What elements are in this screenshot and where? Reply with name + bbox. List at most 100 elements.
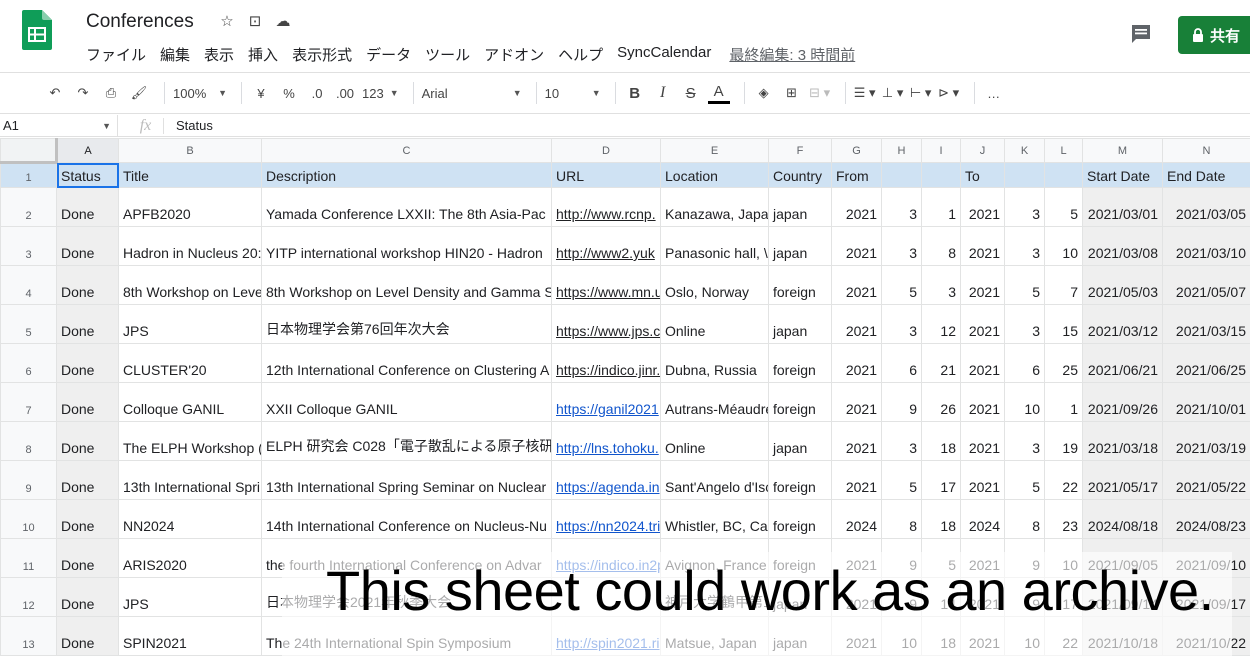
cell-l8[interactable]: 19 xyxy=(1044,421,1083,461)
cell-f4[interactable]: foreign xyxy=(768,265,832,305)
row-header-7[interactable]: 7 xyxy=(0,382,57,422)
cell-l9[interactable]: 22 xyxy=(1044,460,1083,500)
cell-b11[interactable]: ARIS2020 xyxy=(118,538,262,578)
cell-d5[interactable]: https://www.jps.c xyxy=(551,304,661,344)
cell-h8[interactable]: 3 xyxy=(881,421,922,461)
cell-k4[interactable]: 5 xyxy=(1004,265,1045,305)
share-button[interactable]: 共有 xyxy=(1178,16,1250,54)
cell-n1[interactable]: End Date xyxy=(1162,162,1250,188)
cell-e8[interactable]: Online xyxy=(660,421,769,461)
comment-icon[interactable] xyxy=(1130,24,1152,44)
cell-i6[interactable]: 21 xyxy=(921,343,961,383)
cell-i9[interactable]: 17 xyxy=(921,460,961,500)
cell-g7[interactable]: 2021 xyxy=(831,382,882,422)
cell-f3[interactable]: japan xyxy=(768,226,832,266)
cell-a6[interactable]: Done xyxy=(56,343,119,383)
column-header-g[interactable]: G xyxy=(831,138,882,163)
menu-format[interactable]: 表示形式 xyxy=(292,44,352,65)
cell-k5[interactable]: 3 xyxy=(1004,304,1045,344)
cell-j2[interactable]: 2021 xyxy=(960,187,1005,227)
name-box[interactable]: A1 ▼ xyxy=(0,115,118,136)
menu-data[interactable]: データ xyxy=(366,44,411,65)
cell-a8[interactable]: Done xyxy=(56,421,119,461)
cell-n9[interactable]: 2021/05/22 xyxy=(1162,460,1250,500)
cell-d7[interactable]: https://ganil2021 xyxy=(551,382,661,422)
cell-a4[interactable]: Done xyxy=(56,265,119,305)
cell-d9[interactable]: https://agenda.in xyxy=(551,460,661,500)
merge-cells-icon[interactable]: ⊟ ▾ xyxy=(809,79,831,107)
text-rotation-icon[interactable]: ⊳ ▾ xyxy=(938,79,960,107)
cell-f1[interactable]: Country xyxy=(768,162,832,188)
cell-e5[interactable]: Online xyxy=(660,304,769,344)
cell-j1[interactable]: To xyxy=(960,162,1005,188)
cell-h10[interactable]: 8 xyxy=(881,499,922,539)
row-header-12[interactable]: 12 xyxy=(0,577,57,617)
menu-view[interactable]: 表示 xyxy=(204,44,234,65)
cell-g9[interactable]: 2021 xyxy=(831,460,882,500)
cell-b2[interactable]: APFB2020 xyxy=(118,187,262,227)
cell-b1[interactable]: Title xyxy=(118,162,262,188)
cell-n6[interactable]: 2021/06/25 xyxy=(1162,343,1250,383)
row-header-2[interactable]: 2 xyxy=(0,187,57,227)
cell-m1[interactable]: Start Date xyxy=(1082,162,1163,188)
cell-l7[interactable]: 1 xyxy=(1044,382,1083,422)
cell-n7[interactable]: 2021/10/01 xyxy=(1162,382,1250,422)
cell-i5[interactable]: 12 xyxy=(921,304,961,344)
increase-decimal-button[interactable]: .00 xyxy=(334,79,356,107)
cell-a1[interactable]: Status xyxy=(56,162,119,188)
column-header-n[interactable]: N xyxy=(1162,138,1250,163)
cell-g8[interactable]: 2021 xyxy=(831,421,882,461)
column-header-k[interactable]: K xyxy=(1004,138,1045,163)
cell-a7[interactable]: Done xyxy=(56,382,119,422)
cell-b13[interactable]: SPIN2021 xyxy=(118,616,262,656)
redo-icon[interactable]: ↷ xyxy=(72,79,94,107)
cell-l10[interactable]: 23 xyxy=(1044,499,1083,539)
cell-c4[interactable]: 8th Workshop on Level Density and Gamma … xyxy=(261,265,552,305)
cell-l6[interactable]: 25 xyxy=(1044,343,1083,383)
cell-n3[interactable]: 2021/03/10 xyxy=(1162,226,1250,266)
cell-n4[interactable]: 2021/05/07 xyxy=(1162,265,1250,305)
cell-h5[interactable]: 3 xyxy=(881,304,922,344)
column-header-h[interactable]: H xyxy=(881,138,922,163)
cell-b6[interactable]: CLUSTER'20 xyxy=(118,343,262,383)
cell-g1[interactable]: From xyxy=(831,162,882,188)
cell-m9[interactable]: 2021/05/17 xyxy=(1082,460,1163,500)
menu-synccalendar[interactable]: SyncCalendar xyxy=(617,44,711,65)
cell-h1[interactable] xyxy=(881,162,922,188)
cell-k10[interactable]: 8 xyxy=(1004,499,1045,539)
cell-a2[interactable]: Done xyxy=(56,187,119,227)
cell-k2[interactable]: 3 xyxy=(1004,187,1045,227)
column-header-b[interactable]: B xyxy=(118,138,262,163)
cell-b9[interactable]: 13th International Spri xyxy=(118,460,262,500)
undo-icon[interactable]: ↶ xyxy=(44,79,66,107)
cloud-status-icon[interactable]: ☁ xyxy=(274,12,292,30)
row-header-10[interactable]: 10 xyxy=(0,499,57,539)
cell-h6[interactable]: 6 xyxy=(881,343,922,383)
move-to-folder-icon[interactable]: ⊡ xyxy=(246,12,264,30)
cell-d8[interactable]: http://lns.tohoku. xyxy=(551,421,661,461)
cell-b4[interactable]: 8th Workshop on Leve xyxy=(118,265,262,305)
cell-d10[interactable]: https://nn2024.tri xyxy=(551,499,661,539)
font-select[interactable]: Arial ▼ xyxy=(422,79,522,107)
cell-i3[interactable]: 8 xyxy=(921,226,961,266)
formula-input[interactable]: Status xyxy=(164,118,213,133)
cell-m6[interactable]: 2021/06/21 xyxy=(1082,343,1163,383)
cell-b3[interactable]: Hadron in Nucleus 20: xyxy=(118,226,262,266)
cell-m8[interactable]: 2021/03/18 xyxy=(1082,421,1163,461)
cell-e1[interactable]: Location xyxy=(660,162,769,188)
row-header-13[interactable]: 13 xyxy=(0,616,57,656)
fill-color-icon[interactable]: ◈ xyxy=(753,79,775,107)
cell-k8[interactable]: 3 xyxy=(1004,421,1045,461)
cell-f10[interactable]: foreign xyxy=(768,499,832,539)
cell-m5[interactable]: 2021/03/12 xyxy=(1082,304,1163,344)
row-header-4[interactable]: 4 xyxy=(0,265,57,305)
cell-j8[interactable]: 2021 xyxy=(960,421,1005,461)
cell-h3[interactable]: 3 xyxy=(881,226,922,266)
cell-k3[interactable]: 3 xyxy=(1004,226,1045,266)
cell-m7[interactable]: 2021/09/26 xyxy=(1082,382,1163,422)
cell-n10[interactable]: 2024/08/23 xyxy=(1162,499,1250,539)
document-title[interactable]: Conferences xyxy=(86,11,194,33)
cell-l5[interactable]: 15 xyxy=(1044,304,1083,344)
column-header-a[interactable]: A xyxy=(56,138,119,163)
cell-k7[interactable]: 10 xyxy=(1004,382,1045,422)
